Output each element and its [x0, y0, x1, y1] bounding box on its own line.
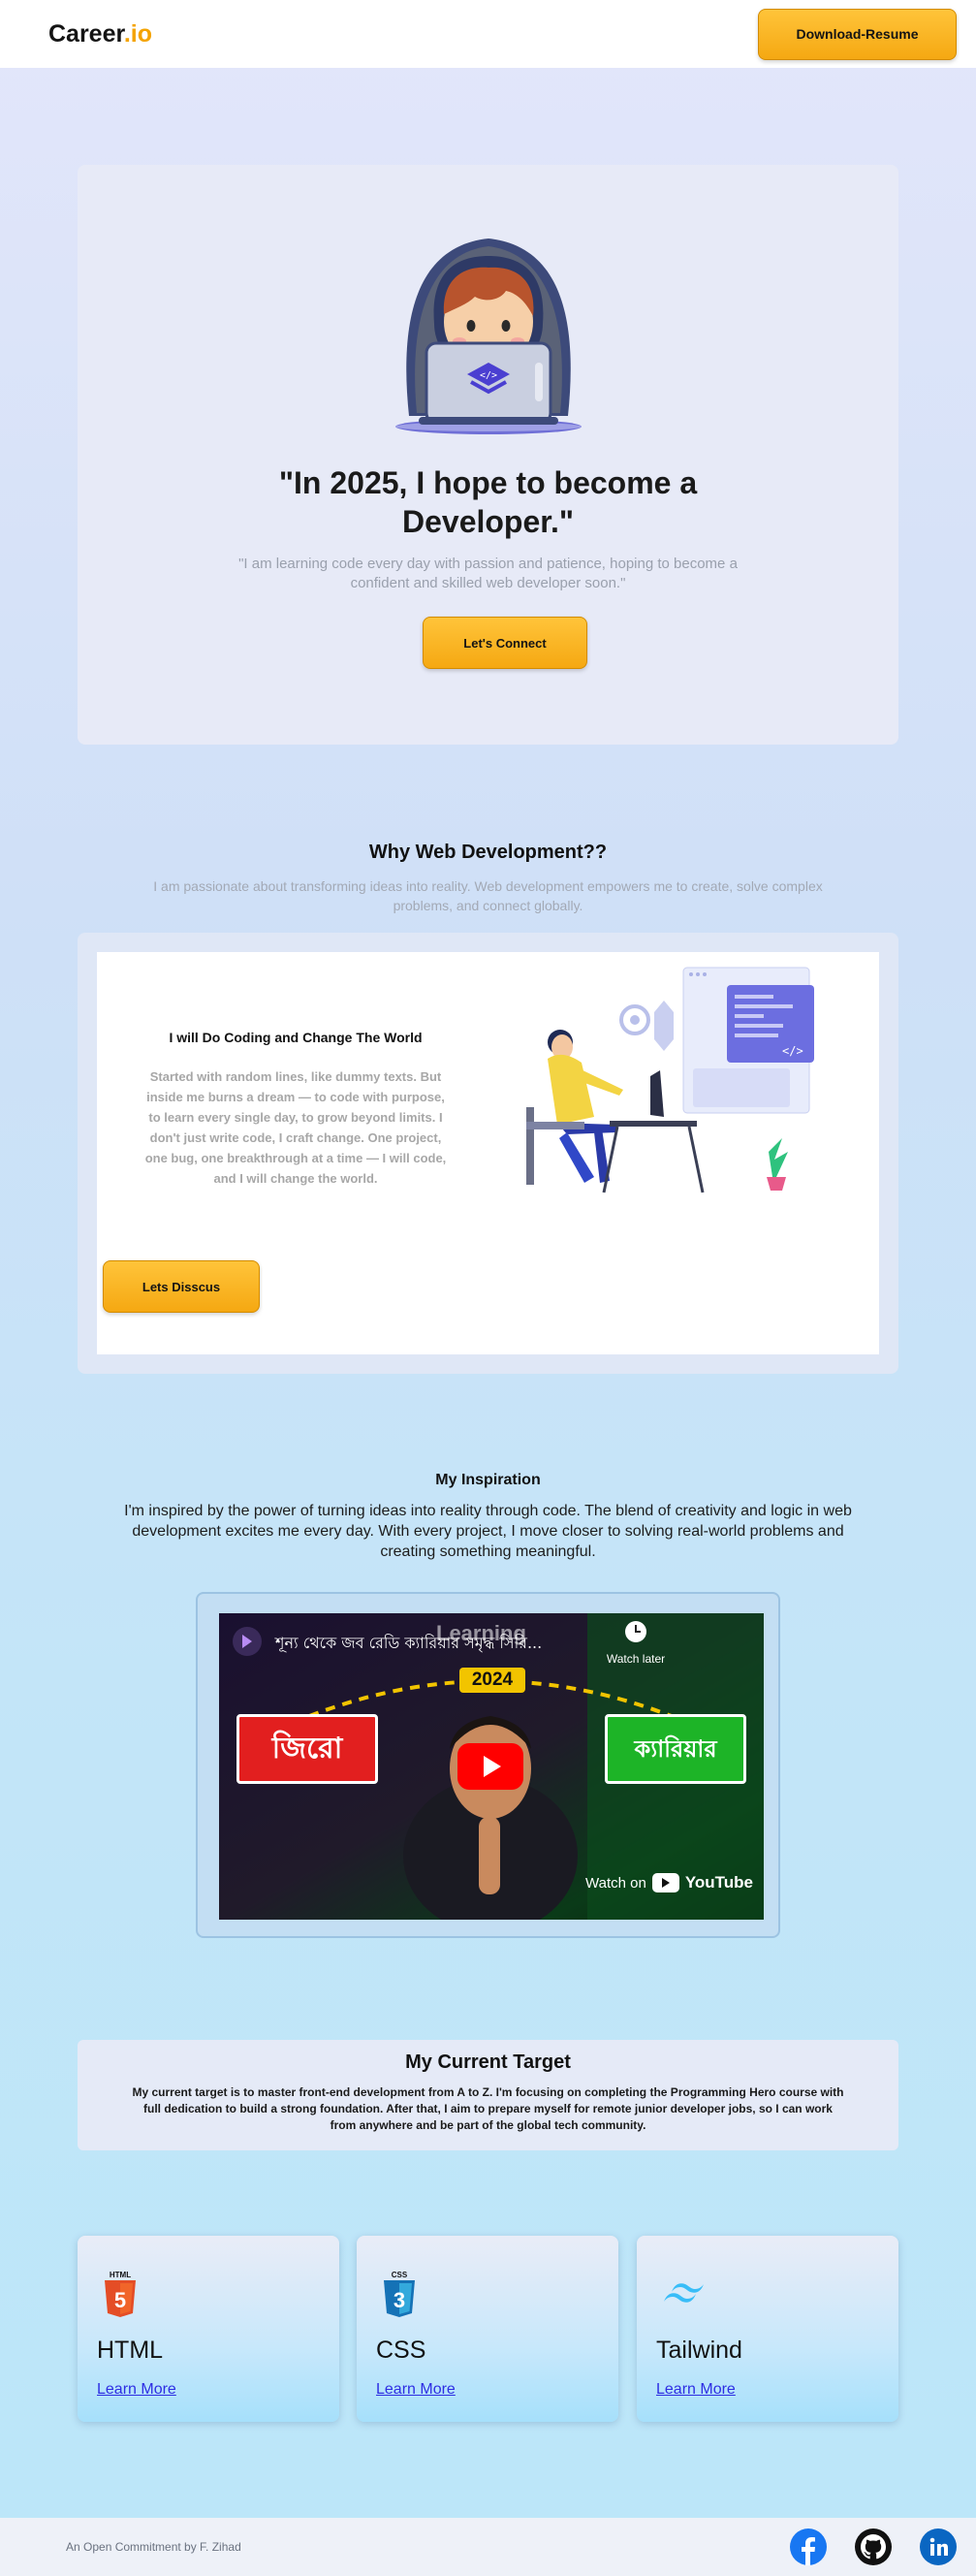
zero-badge: জিরো: [236, 1714, 378, 1784]
svg-text:</>: </>: [782, 1044, 803, 1058]
lets-connect-button[interactable]: Let's Connect: [423, 617, 587, 669]
watch-later-button[interactable]: Watch later: [602, 1621, 670, 1666]
current-target-section: My Current Target My current target is t…: [78, 2040, 898, 2150]
logo-main: Career: [48, 19, 124, 48]
why-panel: I will Do Coding and Change The World St…: [78, 933, 898, 1374]
target-title: My Current Target: [405, 2051, 571, 2073]
video-container: শূন্য থেকে জব রেডি ক্যারিয়ার সমৃদ্ধ সির…: [196, 1592, 780, 1938]
developer-at-desk-illustration: </>: [526, 967, 814, 1193]
card-body: Started with random lines, like dummy te…: [144, 1069, 447, 1186]
learn-more-html-link[interactable]: Learn More: [97, 2381, 176, 2399]
logo-accent: .io: [123, 19, 153, 48]
css-badge-text: CSS: [392, 2271, 408, 2279]
site-header: Career.io Download-Resume: [0, 0, 976, 68]
watch-on-youtube-button[interactable]: Watch on YouTube: [585, 1873, 753, 1892]
why-card: I will Do Coding and Change The World St…: [97, 952, 879, 1354]
inspiration-title: My Inspiration: [435, 1472, 541, 1488]
skill-card-tailwind: Tailwind Learn More: [637, 2236, 898, 2422]
card-heading: I will Do Coding and Change The World: [169, 1030, 423, 1045]
play-icon: [484, 1756, 501, 1777]
why-subtitle: I am passionate about transforming ideas…: [153, 878, 823, 913]
developer-illustration: </>: [395, 239, 582, 434]
lets-discuss-button[interactable]: Lets Disscus: [103, 1260, 260, 1313]
facebook-icon[interactable]: [790, 2528, 827, 2565]
site-logo[interactable]: Career.io: [48, 20, 152, 48]
skill-card-html: HTML 5 HTML Learn More: [78, 2236, 339, 2422]
footer-credit: An Open Commitment by F. Zihad: [66, 2540, 241, 2554]
site-footer: An Open Commitment by F. Zihad: [0, 2518, 976, 2576]
skill-name-css: CSS: [376, 2337, 426, 2364]
download-resume-button[interactable]: Download-Resume: [758, 8, 957, 60]
learn-more-tailwind-link[interactable]: Learn More: [656, 2381, 736, 2399]
css3-icon: CSS 3: [384, 2271, 415, 2317]
youtube-video-embed[interactable]: শূন্য থেকে জব রেডি ক্যারিয়ার সমৃদ্ধ সির…: [219, 1613, 764, 1920]
overlay-word: Learning: [436, 1621, 526, 1645]
svg-text:3: 3: [394, 2288, 405, 2312]
watch-on-label: Watch on: [585, 1874, 646, 1892]
svg-text:</>: </>: [480, 370, 497, 381]
skill-name-tailwind: Tailwind: [656, 2337, 742, 2364]
channel-avatar[interactable]: [233, 1627, 262, 1656]
html5-icon: HTML 5: [105, 2271, 136, 2317]
target-text: My current target is to master front-end…: [132, 2085, 844, 2132]
play-logo-icon: [242, 1635, 252, 1648]
hero-section: </> "In 2025, I hope to become a Develop…: [78, 165, 898, 745]
inspiration-text: I'm inspired by the power of turning ide…: [124, 1503, 852, 1560]
skill-name-html: HTML: [97, 2337, 164, 2364]
why-title: Why Web Development??: [368, 842, 608, 863]
html-badge-text: HTML: [110, 2271, 131, 2279]
svg-text:5: 5: [114, 2288, 126, 2312]
social-links: [790, 2528, 957, 2565]
year-badge: 2024: [459, 1668, 525, 1693]
career-badge: ক্যারিয়ার: [605, 1714, 746, 1784]
clock-icon: [625, 1621, 646, 1642]
watch-later-label: Watch later: [606, 1652, 666, 1666]
hero-title: "In 2025, I hope to become a Developer.": [278, 465, 698, 539]
hero-subtitle: "I am learning code every day with passi…: [238, 556, 738, 591]
youtube-wordmark: YouTube: [684, 1873, 754, 1892]
youtube-logo-icon: [651, 1873, 679, 1892]
linkedin-icon[interactable]: [920, 2528, 957, 2565]
play-button[interactable]: [457, 1743, 523, 1790]
tailwind-icon: [664, 2283, 704, 2303]
learn-more-css-link[interactable]: Learn More: [376, 2381, 456, 2399]
github-icon[interactable]: [855, 2528, 892, 2565]
skill-card-css: CSS 3 CSS Learn More: [357, 2236, 618, 2422]
